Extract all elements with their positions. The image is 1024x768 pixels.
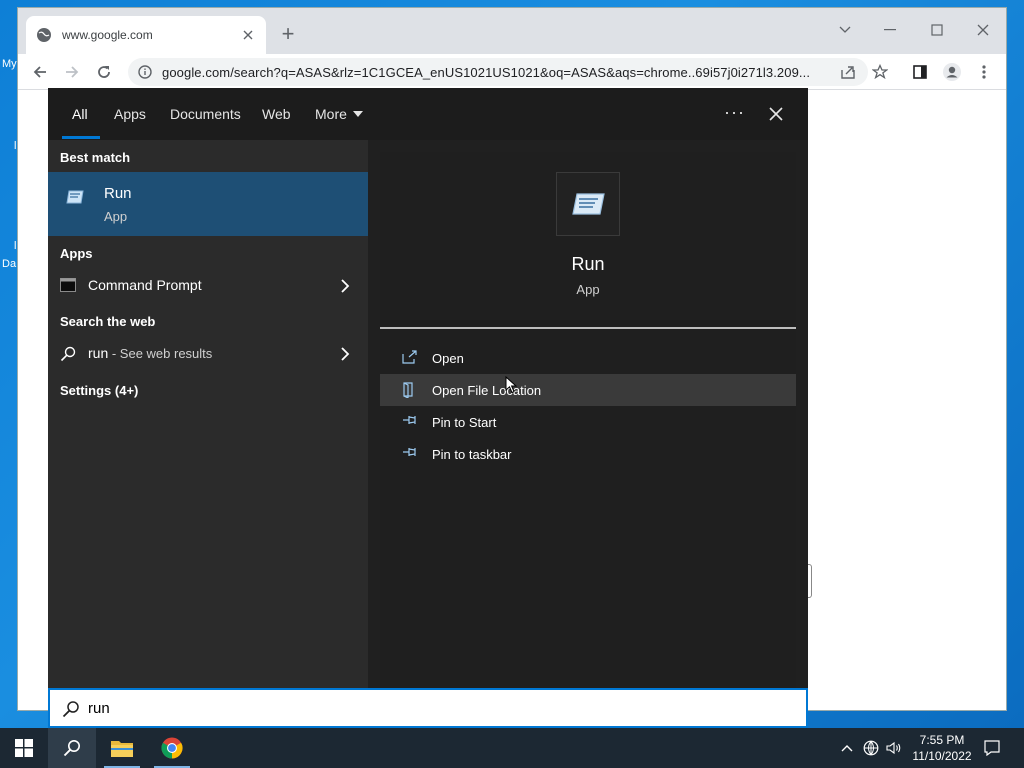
notifications-icon[interactable] [984,740,1000,756]
close-search-button[interactable] [764,102,788,126]
info-icon[interactable] [138,65,152,79]
run-app-icon [66,190,84,204]
apps-heading: Apps [60,246,93,261]
desktop-icon-label[interactable]: Da [2,258,16,270]
address-bar[interactable]: google.com/search?q=ASAS&rlz=1C1GCEA_enU… [128,58,868,86]
back-icon[interactable] [30,62,50,82]
taskbar-chrome[interactable] [148,728,196,768]
start-button[interactable] [0,728,48,768]
web-result-label: run - See web results [88,345,212,361]
show-hidden-icons[interactable] [839,740,855,756]
minimize-button[interactable] [878,18,902,42]
desktop-icon-label[interactable]: l [14,240,16,252]
preview-app-name: Run [571,254,605,274]
action-label: Pin to taskbar [432,447,512,462]
list-item-web-result[interactable]: run - See web results [48,338,368,370]
results-list: Best match Run App Apps Command Prompt S… [48,140,368,688]
list-item-label: Command Prompt [88,277,202,293]
chevron-right-icon[interactable] [340,278,350,294]
new-tab-button[interactable]: + [278,23,298,45]
forward-icon[interactable] [62,62,82,82]
search-box[interactable]: run [48,688,808,728]
action-label: Pin to Start [432,415,497,430]
globe-icon [37,28,51,42]
action-label: Open [432,351,464,366]
menu-dots-icon[interactable] [974,62,994,82]
pin-icon [403,416,416,424]
action-label: Open File Location [432,383,542,398]
tab-documents[interactable]: Documents [170,106,241,122]
tab-more-label: More [315,106,347,122]
search-web-heading: Search the web [60,314,156,329]
share-icon[interactable] [838,62,858,82]
tab-strip: www.google.com + [18,8,1006,54]
search-panel: All Apps Documents Web More ··· Best mat… [48,88,808,728]
side-panel-icon[interactable] [910,62,930,82]
file-explorer-icon [111,741,133,757]
tab-all[interactable]: All [72,106,88,122]
browser-toolbar: google.com/search?q=ASAS&rlz=1C1GCEA_enU… [18,54,1006,90]
action-pin-to-start[interactable]: Pin to Start [380,406,796,438]
bookmark-star-icon[interactable] [870,62,890,82]
clock-time: 7:55 PM [919,733,965,747]
best-match-heading: Best match [60,150,131,165]
web-result-query: run [88,345,109,361]
tab-web[interactable]: Web [262,106,291,122]
tab-search-icon[interactable] [833,18,857,42]
taskbar-search-button[interactable] [48,728,96,768]
list-item-command-prompt[interactable]: Command Prompt [48,270,368,302]
profile-avatar-icon[interactable] [942,62,962,82]
search-input[interactable]: run [88,700,110,717]
taskbar: 7:55 PM 11/10/2022 [0,728,1024,768]
close-tab-icon[interactable] [240,27,256,43]
network-icon[interactable] [863,740,879,756]
search-icon [63,740,80,757]
close-window-button[interactable] [971,18,995,42]
taskbar-file-explorer[interactable] [98,728,146,768]
start-icon [15,739,33,757]
action-open[interactable]: Open [380,342,796,374]
best-match-type: App [104,209,128,224]
action-open-file-location[interactable]: Open File Location [380,374,796,406]
more-options-icon[interactable]: ··· [724,102,745,123]
run-app-tile [556,172,620,236]
preview-app-type: App [576,282,600,297]
tab-more[interactable]: More [315,106,363,122]
open-icon [402,350,417,364]
search-icon [60,346,76,362]
browser-tab[interactable]: www.google.com [26,16,266,54]
search-filter-tabs: All Apps Documents Web More ··· [48,88,808,140]
best-match-name: Run [104,185,132,202]
url-text: google.com/search?q=ASAS&rlz=1C1GCEA_enU… [162,64,811,80]
desktop-icon-label[interactable]: My [2,58,17,70]
command-prompt-icon [60,278,76,292]
taskbar-clock[interactable]: 7:55 PM 11/10/2022 [906,732,978,764]
chevron-right-icon[interactable] [340,346,350,362]
active-tab-indicator [62,136,100,139]
search-icon [62,701,79,718]
tab-apps[interactable]: Apps [114,106,146,122]
reload-icon[interactable] [94,62,114,82]
settings-heading[interactable]: Settings (4+) [60,383,138,398]
run-app-icon [572,193,605,215]
file-location-icon [403,382,413,398]
preview-pane: Run App Open Open File Location Pin to S… [380,152,796,688]
action-pin-to-taskbar[interactable]: Pin to taskbar [380,438,796,470]
volume-icon[interactable] [886,740,902,756]
divider [380,327,796,329]
desktop-icon-label[interactable]: l [14,140,16,152]
mouse-cursor-icon [505,376,517,394]
clock-date: 11/10/2022 [912,749,972,763]
page-scroll-handle[interactable] [808,564,812,598]
best-match-item[interactable]: Run App [48,172,368,236]
tab-title: www.google.com [62,28,153,42]
pin-icon [403,448,416,456]
maximize-button[interactable] [925,18,949,42]
chrome-icon [161,737,183,759]
web-result-suffix: - See web results [108,346,213,361]
caret-down-icon [352,111,363,117]
